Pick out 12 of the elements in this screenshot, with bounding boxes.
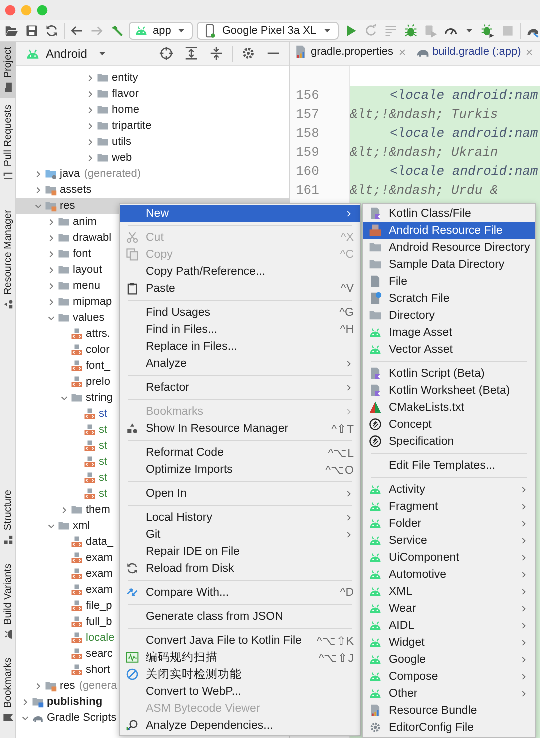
- line-number: 157: [295, 106, 320, 124]
- line-number: 159: [295, 144, 320, 162]
- line-number: 156: [295, 87, 320, 105]
- code-line: <locale android:nam: [390, 88, 538, 103]
- line-number: 158: [295, 125, 320, 143]
- line-number: 160: [295, 163, 320, 181]
- line-number: 161: [295, 182, 320, 200]
- code-line: &lt;!&ndash; Turkis: [350, 107, 498, 122]
- code-line: &lt;!&ndash; Ukrain: [350, 145, 498, 160]
- code-line: &lt;!&ndash; Urdu &: [350, 183, 498, 198]
- code-line: <locale android:nam: [390, 164, 538, 179]
- code-line: <locale android:nam: [390, 126, 538, 141]
